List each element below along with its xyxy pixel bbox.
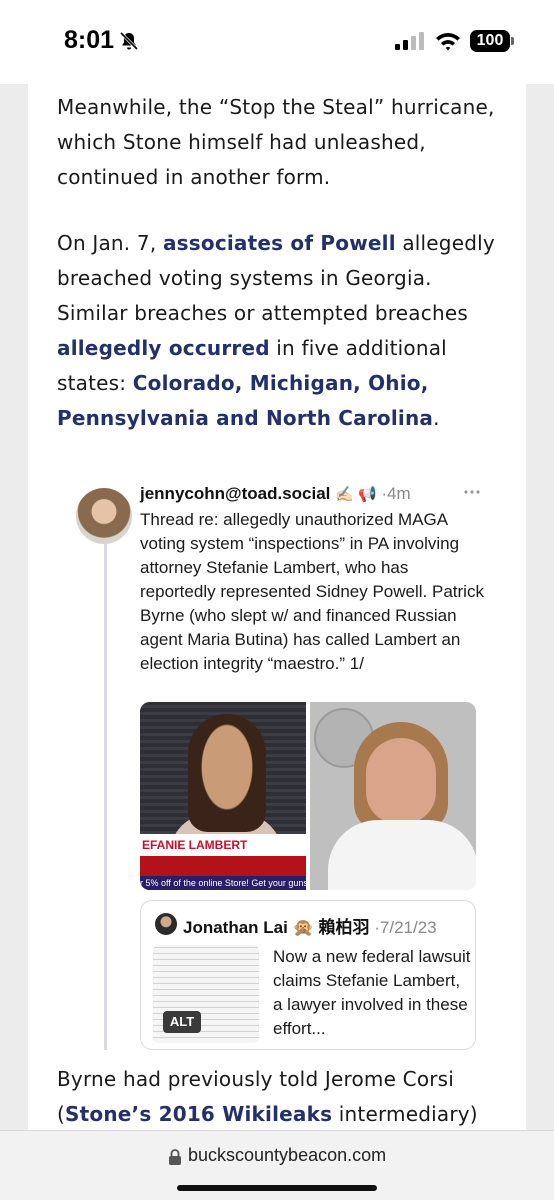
paragraph-text: On Jan. 7,: [57, 231, 163, 255]
post-author-handle[interactable]: jennycohn@toad.social: [140, 484, 330, 503]
avatar[interactable]: [76, 488, 132, 544]
article-paragraph: Byrne had previously told Jerome Corsi (…: [57, 1062, 507, 1130]
wifi-icon: [436, 33, 460, 51]
post-image-news-broadcast[interactable]: EFANIE LAMBERT r 5% off of the online St…: [140, 702, 306, 890]
post-media: EFANIE LAMBERT r 5% off of the online St…: [140, 702, 476, 890]
page-gutter-left: [0, 84, 28, 1130]
quoted-avatar: [155, 913, 177, 935]
quoted-post-header: Jonathan Lai 🙊 賴柏羽 ·7/21/23: [183, 913, 473, 938]
link-stones-2016-wikileaks[interactable]: Stone’s 2016 Wikileaks: [65, 1102, 332, 1126]
image-person-face: [366, 738, 436, 824]
link-associates-of-powell[interactable]: associates of Powell: [163, 231, 396, 255]
paragraph-text: .: [433, 406, 440, 430]
embedded-post[interactable]: jennycohn@toad.social ✍🏻 📢 ·4m Thread re…: [76, 480, 486, 1060]
image-lower-third: EFANIE LAMBERT: [140, 834, 306, 856]
status-time: 8:01: [64, 26, 115, 54]
cellular-signal-icon: [395, 32, 424, 50]
quoted-post[interactable]: Jonathan Lai 🙊 賴柏羽 ·7/21/23 ALT Now a ne…: [140, 900, 476, 1050]
post-author-emojis: ✍🏻 📢: [335, 486, 377, 503]
thread-line: [104, 540, 107, 1050]
paragraph-text: intermediary): [332, 1102, 478, 1126]
quoted-post-date: ·7/21/23: [374, 918, 437, 937]
url-text[interactable]: buckscountybeacon.com: [188, 1145, 386, 1166]
quoted-author-name-cjk: 賴柏羽: [318, 918, 370, 937]
more-options-icon[interactable]: [464, 490, 480, 494]
article-body: Meanwhile, the “Stop the Steal” hurrican…: [28, 84, 526, 1130]
page-gutter-right: [526, 84, 554, 1130]
status-bar: 8:01 100: [0, 0, 554, 84]
quoted-author-name: Jonathan Lai: [183, 918, 288, 937]
battery-indicator: 100: [470, 30, 510, 52]
image-person-head: [188, 714, 266, 832]
article-paragraph: On Jan. 7, associates of Powell allegedl…: [57, 226, 507, 436]
post-header: jennycohn@toad.social ✍🏻 📢 ·4m: [140, 484, 486, 510]
alt-text-badge[interactable]: ALT: [163, 1011, 201, 1033]
quoted-post-text: Now a new federal lawsuit claims Stefani…: [273, 947, 471, 1038]
lock-icon: [169, 1149, 181, 1165]
home-indicator[interactable]: [177, 1185, 377, 1191]
article-paragraph: Meanwhile, the “Stop the Steal” hurrican…: [57, 95, 495, 189]
image-red-band: [140, 856, 306, 876]
post-timestamp: ·4m: [381, 484, 411, 503]
image-person-body: [328, 820, 476, 890]
bell-slash-icon: [119, 31, 139, 51]
quoted-author-emoji: 🙊: [292, 918, 314, 937]
image-ticker: r 5% off of the online Store! Get your g…: [140, 876, 306, 890]
battery-tip: [511, 37, 514, 45]
post-text: Thread re: allegedly unauthorized MAGA v…: [140, 510, 484, 673]
post-image-mugshot[interactable]: [310, 702, 476, 890]
link-allegedly-occurred[interactable]: allegedly occurred: [57, 336, 270, 360]
browser-url-bar[interactable]: buckscountybeacon.com: [0, 1130, 554, 1200]
